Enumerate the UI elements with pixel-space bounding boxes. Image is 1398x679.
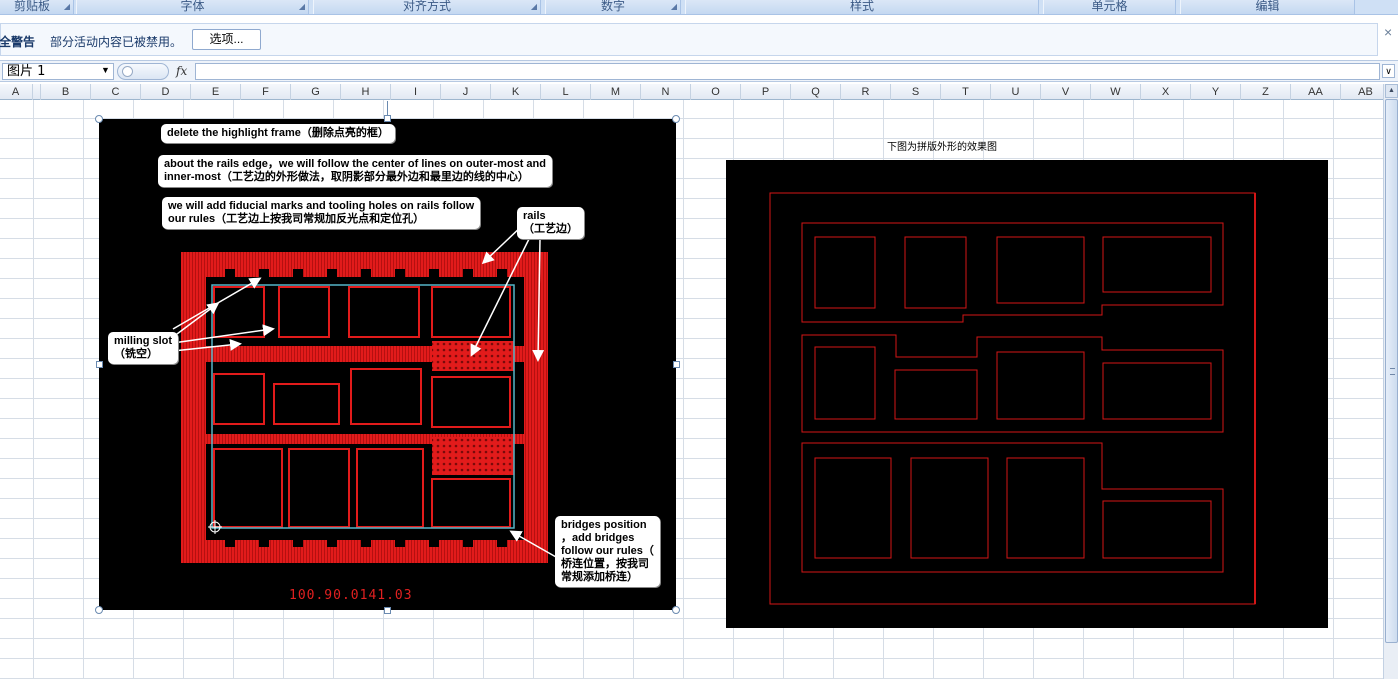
column-header-m[interactable]: M (591, 84, 641, 100)
ribbon-group-strip: 剪贴板 ◢ 字体 ◢ 对齐方式 ◢ 数字 ◢ 样式 单元格 编辑 (0, 0, 1398, 15)
column-header-a[interactable]: A (0, 84, 41, 100)
callout-milling-slot: milling slot （铣空） (108, 332, 179, 364)
resize-handle-n[interactable] (384, 115, 391, 122)
dialog-launcher-icon[interactable]: ◢ (531, 1, 537, 13)
chevron-down-icon[interactable]: ▼ (101, 65, 110, 75)
scrollbar-thumb[interactable] (1385, 99, 1398, 643)
ribbon-group-label: 编辑 (1255, 0, 1280, 13)
ribbon-group-label: 对齐方式 (402, 0, 451, 13)
column-header-o[interactable]: O (691, 84, 741, 100)
options-button[interactable]: 选项... (192, 29, 261, 50)
column-header-d[interactable]: D (141, 84, 191, 100)
ribbon-group-styles[interactable]: 样式 (685, 0, 1039, 14)
resize-handle-w[interactable] (96, 361, 103, 368)
callout-highlight-frame: delete the highlight frame（删除点亮的框） (161, 124, 395, 143)
ribbon-group-clipboard[interactable]: 剪贴板 ◢ (0, 0, 74, 14)
column-header-j[interactable]: J (441, 84, 491, 100)
formula-buttons[interactable] (117, 63, 169, 80)
dialog-launcher-icon[interactable]: ◢ (299, 1, 305, 13)
column-header-l[interactable]: L (541, 84, 591, 100)
picture-panel-outline[interactable] (726, 160, 1328, 628)
column-header-p[interactable]: P (741, 84, 791, 100)
name-box[interactable]: 图片 1 (2, 63, 114, 80)
picture-pcb-annotated[interactable]: delete the highlight frame（删除点亮的框） about… (99, 119, 676, 610)
ribbon-group-editing[interactable]: 编辑 (1180, 0, 1355, 14)
callout-rails-edge: about the rails edge，we will follow the … (158, 155, 552, 187)
formula-input[interactable] (195, 63, 1380, 80)
column-header-u[interactable]: U (991, 84, 1041, 100)
column-header-row: A B C D E F G H I J K L M N O P Q R S T U V W X Y Z AA AB (0, 84, 1391, 100)
ribbon-group-label: 样式 (849, 0, 874, 13)
scroll-up-icon[interactable]: ▲ (1385, 84, 1398, 98)
column-header-t[interactable]: T (941, 84, 991, 100)
cancel-circle-icon[interactable] (122, 66, 133, 77)
column-header-f[interactable]: F (241, 84, 291, 100)
close-icon[interactable]: × (1384, 24, 1392, 40)
column-header-c[interactable]: C (91, 84, 141, 100)
column-header-s[interactable]: S (891, 84, 941, 100)
dialog-launcher-icon[interactable]: ◢ (64, 1, 70, 13)
column-header-aa[interactable]: AA (1291, 84, 1341, 100)
column-header-w[interactable]: W (1091, 84, 1141, 100)
column-header-v[interactable]: V (1041, 84, 1091, 100)
column-header-i[interactable]: I (391, 84, 441, 100)
column-header-r[interactable]: R (841, 84, 891, 100)
picture-caption: 下图为拼版外形的效果图 (887, 142, 997, 153)
function-icon[interactable]: fx (176, 64, 187, 78)
ribbon-group-label: 剪贴板 (13, 0, 50, 13)
ribbon-group-cells[interactable]: 单元格 (1043, 0, 1176, 14)
resize-handle-nw[interactable] (95, 115, 103, 123)
callout-fiducial-marks: we will add fiducial marks and tooling h… (162, 197, 481, 229)
security-warning-title: 安全警告 (0, 35, 36, 49)
column-header-q[interactable]: Q (791, 84, 841, 100)
vertical-scrollbar[interactable]: ▲ (1383, 84, 1398, 679)
column-header-k[interactable]: K (491, 84, 541, 100)
panel-id-label: 100.90.0141.03 (289, 588, 413, 603)
column-header-y[interactable]: Y (1191, 84, 1241, 100)
expand-formula-bar-icon[interactable]: ∨ (1382, 64, 1395, 78)
column-header-h[interactable]: H (341, 84, 391, 100)
callout-rails: rails （工艺边） (517, 207, 584, 239)
column-header-z[interactable]: Z (1241, 84, 1291, 100)
resize-handle-se[interactable] (672, 606, 680, 614)
column-header-e[interactable]: E (191, 84, 241, 100)
security-warning-message: 部分活动内容已被禁用。 (50, 35, 183, 49)
ribbon-group-alignment[interactable]: 对齐方式 ◢ (313, 0, 541, 14)
column-header-n[interactable]: N (641, 84, 691, 100)
resize-handle-sw[interactable] (95, 606, 103, 614)
column-header-b[interactable]: B (41, 84, 91, 100)
callout-bridges: bridges position ，add bridges follow our… (555, 516, 660, 587)
resize-handle-e[interactable] (673, 361, 680, 368)
ribbon-group-font[interactable]: 字体 ◢ (76, 0, 309, 14)
formula-bar: 图片 1 ▼ fx ∨ (0, 60, 1398, 82)
scrollbar-grip-icon (1390, 368, 1395, 375)
dialog-launcher-icon[interactable]: ◢ (671, 1, 677, 13)
panel-outline-image (769, 192, 1256, 605)
column-header-x[interactable]: X (1141, 84, 1191, 100)
column-header-g[interactable]: G (291, 84, 341, 100)
ribbon-group-label: 单元格 (1091, 0, 1128, 13)
ribbon-group-label: 字体 (180, 0, 205, 13)
resize-handle-ne[interactable] (672, 115, 680, 123)
ribbon-group-label: 数字 (600, 0, 625, 13)
security-warning-bar: 安全警告 部分活动内容已被禁用。 选项... (0, 23, 1378, 56)
resize-handle-s[interactable] (384, 607, 391, 614)
ribbon-group-number[interactable]: 数字 ◢ (545, 0, 681, 14)
